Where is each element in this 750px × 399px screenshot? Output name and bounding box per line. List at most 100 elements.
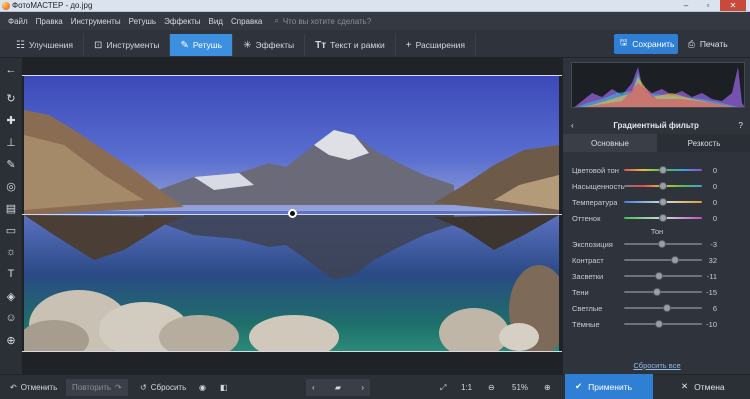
slider-knob[interactable] <box>653 288 661 296</box>
slider-value: 0 <box>712 182 717 191</box>
slider-knob[interactable] <box>659 182 667 190</box>
slider-value: 0 <box>712 198 717 207</box>
apply-button[interactable]: ✔ Применить <box>565 374 653 399</box>
slider-value: -15 <box>706 288 717 297</box>
zoom-out-icon[interactable]: ⊖ <box>482 379 501 396</box>
brush-tool-icon[interactable]: ✎ <box>3 156 19 172</box>
zoom-1to1-button[interactable]: 1:1 <box>455 379 478 396</box>
slider-value: -10 <box>706 320 717 329</box>
help-icon[interactable]: ? <box>739 121 743 130</box>
aperture-icon[interactable]: ⊕ <box>3 332 19 348</box>
slider-label: Тёмные <box>572 320 600 329</box>
prev-arrow-icon[interactable]: ‹ <box>312 383 315 392</box>
menu-file[interactable]: Файл <box>4 17 32 26</box>
slider-track[interactable] <box>624 323 702 325</box>
tab-extensions[interactable]: + Расширения <box>396 34 477 56</box>
menu-effects[interactable]: Эффекты <box>160 17 204 26</box>
window-controls: – ▫ ✕ <box>676 0 746 12</box>
slider-track[interactable] <box>624 291 702 293</box>
cancel-button[interactable]: ✕ Отмена <box>657 374 750 399</box>
zoom-level: 51% <box>512 383 529 392</box>
undo-label: Отменить <box>20 383 58 392</box>
undo-button[interactable]: ↶ Отменить <box>4 379 63 396</box>
slider-knob[interactable] <box>671 256 679 264</box>
menu-edit[interactable]: Правка <box>32 17 67 26</box>
maximize-icon[interactable]: ▫ <box>698 0 718 11</box>
slider-label: Оттенок <box>572 214 601 223</box>
image-canvas[interactable] <box>22 58 562 374</box>
slider-knob[interactable] <box>659 214 667 222</box>
slider-exposure: Экспозиция -3 <box>563 238 750 250</box>
slider-tint: Оттенок 0 <box>563 212 750 224</box>
slider-knob[interactable] <box>658 240 666 248</box>
minimize-icon[interactable]: – <box>676 0 696 11</box>
redo-label: Повторить <box>72 383 112 392</box>
fit-screen-icon[interactable]: ⤢ <box>434 379 452 396</box>
slider-knob[interactable] <box>659 166 667 174</box>
stamp-icon[interactable]: ⊥ <box>3 134 19 150</box>
slider-darks: Тёмные -10 <box>563 318 750 330</box>
menu-retouch[interactable]: Ретушь <box>125 17 161 26</box>
close-icon[interactable]: ✕ <box>720 0 746 11</box>
left-toolbar: ← ↻ ✚ ⊥ ✎ ◎ ▤ ▭ ☼ T ◈ ☺ ⊕ <box>0 58 22 374</box>
close-x-icon: ✕ <box>681 381 689 391</box>
back-arrow-icon[interactable]: ← <box>3 62 19 78</box>
face-icon[interactable]: ☺ <box>3 310 19 326</box>
slider-label: Контраст <box>572 256 604 265</box>
redo-icon: ↷ <box>115 383 122 392</box>
slider-knob[interactable] <box>659 198 667 206</box>
menu-view[interactable]: Вид <box>204 17 226 26</box>
vignette-icon[interactable]: ▭ <box>3 222 19 238</box>
reset-all-link[interactable]: Сбросить все <box>563 361 750 370</box>
app-window: ФотоМАСТЕР - до.jpg – ▫ ✕ Файл Правка Ин… <box>0 0 750 399</box>
tab-text-frames[interactable]: Tт Текст и рамки <box>305 34 396 56</box>
zoom-in-icon[interactable]: ⊕ <box>538 379 557 396</box>
radial-filter-icon[interactable]: ◎ <box>3 178 19 194</box>
tab-basic[interactable]: Основные <box>563 134 657 152</box>
slider-knob[interactable] <box>663 304 671 312</box>
check-icon: ✔ <box>575 381 583 391</box>
menu-help[interactable]: Справка <box>227 17 266 26</box>
undo-icon: ↶ <box>10 383 17 392</box>
slider-value: 0 <box>712 166 717 175</box>
tone-section-label: Тон <box>650 227 664 236</box>
crop-icon: ⊡ <box>94 39 103 51</box>
print-button[interactable]: ⎙ Печать <box>682 34 744 54</box>
slider-track[interactable] <box>624 259 702 261</box>
brush-icon: ✎ <box>180 39 189 51</box>
menu-tools[interactable]: Инструменты <box>67 17 125 26</box>
chevron-left-icon[interactable]: ‹ <box>571 121 574 130</box>
window-title: ФотоМАСТЕР - до.jpg <box>12 1 93 10</box>
slider-contrast: Контраст 32 <box>563 254 750 266</box>
text-tool-icon[interactable]: T <box>3 266 19 282</box>
compare-icon[interactable]: ◧ <box>214 379 234 396</box>
slider-track[interactable] <box>624 275 702 277</box>
gradient-top-line[interactable] <box>22 75 562 76</box>
slider-value: 6 <box>712 304 717 313</box>
next-arrow-icon[interactable]: › <box>361 383 364 392</box>
folder-icon[interactable]: ▰ <box>335 383 341 392</box>
tab-retouch[interactable]: ✎ Ретушь <box>170 34 234 56</box>
slider-knob[interactable] <box>655 320 663 328</box>
slider-label: Цветовой тон <box>572 166 619 175</box>
redo-button[interactable]: Повторить ↷ <box>66 379 128 396</box>
tab-tools[interactable]: ⊡ Инструменты <box>84 34 171 56</box>
gradient-bottom-line[interactable] <box>22 351 562 352</box>
bandage-icon[interactable]: ✚ <box>3 112 19 128</box>
tab-enhancements[interactable]: ☷ Улучшения <box>6 34 85 56</box>
reset-button[interactable]: ↺ Сбросить <box>134 379 192 396</box>
panel-subtabs: Основные Резкость <box>563 134 750 152</box>
preview-eye-icon[interactable]: ◉ <box>193 379 212 396</box>
light-icon[interactable]: ☼ <box>3 244 19 260</box>
search-placeholder[interactable]: Что вы хотите сделать? <box>283 17 371 26</box>
save-label: Сохранить <box>632 39 675 49</box>
gradient-filter-icon[interactable]: ▤ <box>3 200 19 216</box>
tab-sharpness[interactable]: Резкость <box>657 134 750 152</box>
save-button[interactable]: 🖫 Сохранить <box>614 34 678 54</box>
rotate-icon[interactable]: ↻ <box>3 90 19 106</box>
fill-bucket-icon[interactable]: ◈ <box>3 288 19 304</box>
menu-search[interactable]: ⌕ Что вы хотите сделать? <box>274 16 371 26</box>
tab-effects[interactable]: ✳ Эффекты <box>233 34 306 56</box>
gradient-handle[interactable] <box>288 209 297 218</box>
slider-knob[interactable] <box>655 272 663 280</box>
